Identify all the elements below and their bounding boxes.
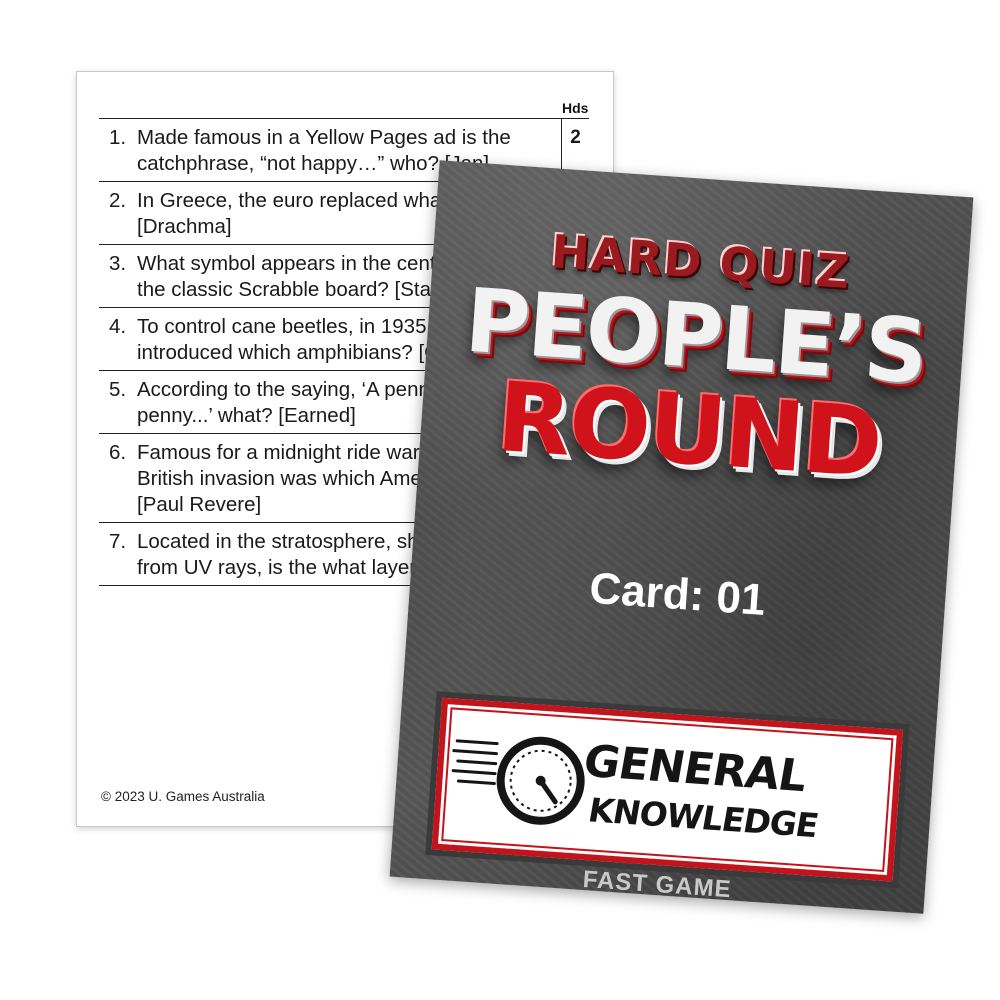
question-number: 5. xyxy=(109,378,127,401)
question-number: 6. xyxy=(109,441,127,464)
question-number: 7. xyxy=(109,530,127,553)
speedometer-icon xyxy=(496,736,585,825)
question-number: 4. xyxy=(109,315,127,338)
question-number: 3. xyxy=(109,252,127,275)
hds-column-header: Hds xyxy=(562,100,589,116)
copyright-notice: © 2023 U. Games Australia xyxy=(101,789,265,804)
front-card: HARD QUIZ PEOPLE’S ROUND Card: 01 GENERA… xyxy=(389,160,974,914)
category-banner: GENERAL KNOWLEDGE xyxy=(431,697,904,882)
question-number: 1. xyxy=(109,126,127,149)
card-number: Card: 01 xyxy=(587,563,768,625)
question-number: 2. xyxy=(109,189,127,212)
